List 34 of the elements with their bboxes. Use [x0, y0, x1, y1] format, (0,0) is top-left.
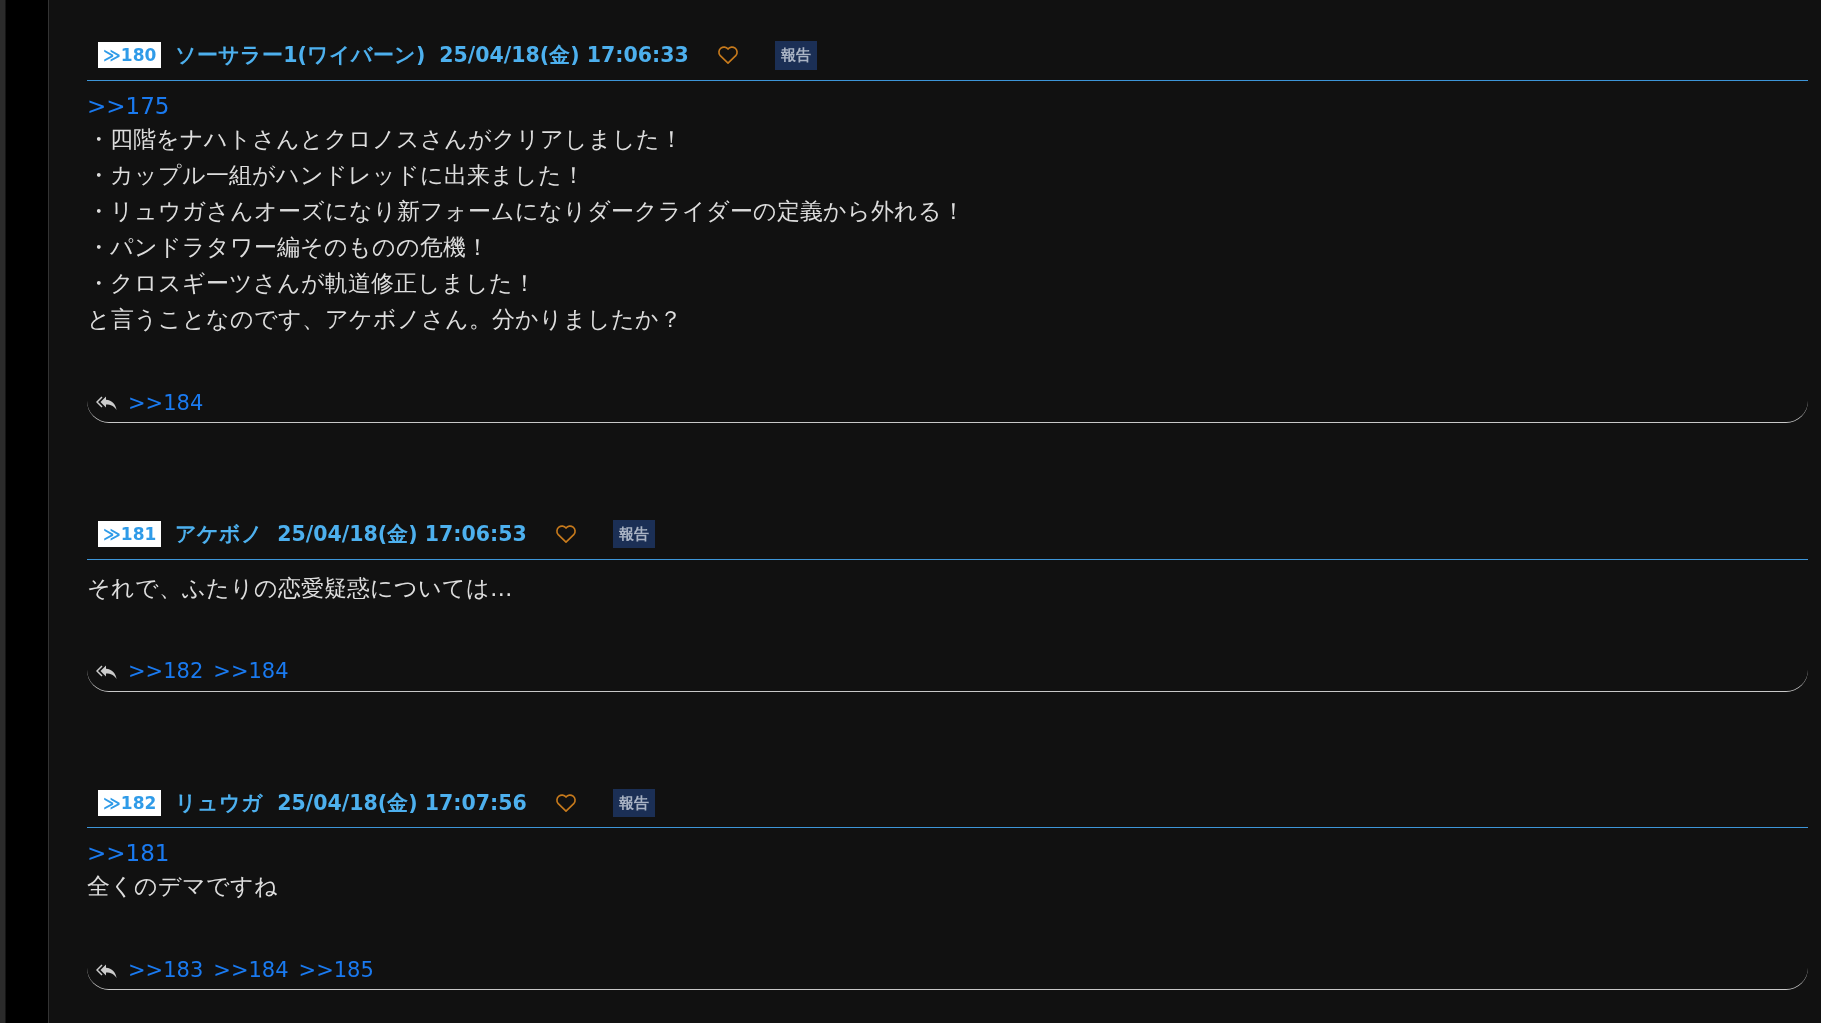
poster-name: ソーサラー1(ワイバーン)	[175, 42, 426, 69]
report-button[interactable]: 報告	[612, 519, 655, 549]
reply-arrows-icon	[96, 664, 118, 680]
heart-icon[interactable]	[554, 792, 577, 813]
post-date: 25/04/18(金) 17:06:33	[439, 42, 689, 69]
report-button[interactable]: 報告	[612, 788, 655, 818]
post-date: 25/04/18(金) 17:06:53	[277, 520, 527, 548]
post-text-line: それで、ふたりの恋愛疑惑については…	[87, 573, 514, 603]
post-number-link[interactable]: ≫182	[98, 789, 162, 816]
poster-name: リュウガ	[175, 789, 264, 817]
post-text-line: ・リュウガさんオーズになり新フォームになりダークライダーの定義から外れる！	[87, 196, 966, 226]
heart-icon[interactable]	[554, 524, 577, 545]
post-number-link[interactable]: ≫180	[98, 42, 162, 69]
reply-arrows-icon	[96, 395, 118, 412]
reply-link[interactable]: >>185	[298, 955, 374, 987]
reply-link[interactable]: >>184	[213, 955, 289, 987]
heart-icon[interactable]	[716, 45, 739, 66]
post-text-line: ・クロスギーツさんが軌道修正しました！	[87, 268, 537, 298]
post-text-line: ・四階をナハトさんとクロノスさんがクリアしました！	[87, 124, 684, 154]
reply-link[interactable]: >>182	[128, 656, 204, 688]
post-text-line: 全くのデマですね	[87, 872, 279, 902]
report-button[interactable]: 報告	[774, 41, 817, 70]
post-date: 25/04/18(金) 17:07:56	[277, 789, 527, 817]
reply-link[interactable]: >>184	[213, 656, 289, 688]
reply-link[interactable]: >>183	[128, 955, 204, 987]
reply-anchor-link[interactable]: >>175	[87, 90, 170, 121]
post-number-link[interactable]: ≫181	[98, 521, 162, 548]
post-text-line: ・パンドラタワー編そのものの危機！	[87, 232, 490, 262]
post-text-line: と言うことなのです、アケボノさん。分かりましたか？	[87, 304, 683, 334]
poster-name: アケボノ	[175, 520, 264, 548]
post-text-line: ・カップル一組がハンドレッドに出来ました！	[87, 160, 586, 190]
reply-arrows-icon	[96, 962, 118, 979]
reply-link[interactable]: >>184	[128, 387, 204, 419]
reply-anchor-link[interactable]: >>181	[87, 838, 170, 869]
